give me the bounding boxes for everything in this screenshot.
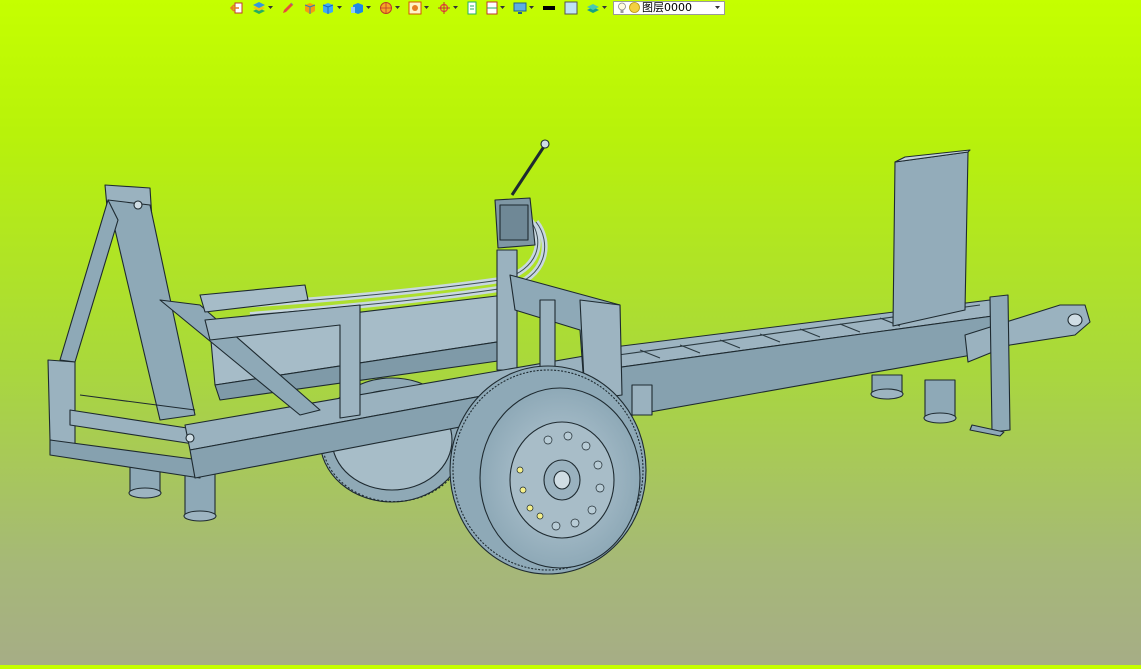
cube-button[interactable] xyxy=(319,0,344,15)
model-viewport[interactable] xyxy=(0,15,1141,665)
main-toolbar: 图层0000 xyxy=(228,0,828,15)
splitting-wedge xyxy=(892,149,971,327)
pencil-icon xyxy=(280,1,296,15)
sphere-button[interactable] xyxy=(377,0,402,15)
exit-icon xyxy=(229,1,245,15)
display-button[interactable] xyxy=(511,0,536,15)
crosshair-icon xyxy=(436,1,452,15)
crosshair-button[interactable] xyxy=(435,0,460,15)
layer-selector-value: 图层0000 xyxy=(642,0,692,14)
chevron-down-icon[interactable] xyxy=(423,0,430,15)
page-split-icon xyxy=(485,1,499,15)
sketch-button[interactable] xyxy=(279,0,297,15)
line-color-icon xyxy=(541,1,557,15)
layers-stack-icon xyxy=(251,1,267,15)
front-wheel xyxy=(449,365,647,575)
chevron-down-icon[interactable] xyxy=(528,0,535,15)
chevron-down-icon[interactable] xyxy=(601,0,608,15)
lightbulb-icon xyxy=(617,2,627,14)
page-icon xyxy=(465,1,479,15)
fill-color-button[interactable] xyxy=(562,0,580,15)
fill-color-icon xyxy=(563,1,579,15)
cube-copy-icon xyxy=(349,1,365,15)
layer-stack-icon xyxy=(585,1,601,15)
shape-frame-button[interactable] xyxy=(406,0,431,15)
layers-stack-button[interactable] xyxy=(250,0,275,15)
page-split-button[interactable] xyxy=(484,0,507,15)
exit-button[interactable] xyxy=(228,0,246,15)
chevron-down-icon[interactable] xyxy=(713,2,722,14)
orange-sphere-icon xyxy=(378,1,394,15)
display-icon xyxy=(512,1,528,15)
cube-copy-button[interactable] xyxy=(348,0,373,15)
chevron-down-icon[interactable] xyxy=(336,0,343,15)
blue-cube-icon xyxy=(320,1,336,15)
solid-box-button[interactable] xyxy=(301,0,319,15)
line-color-button[interactable] xyxy=(540,0,558,15)
chevron-down-icon[interactable] xyxy=(499,0,506,15)
chevron-down-icon[interactable] xyxy=(365,0,372,15)
chevron-down-icon[interactable] xyxy=(452,0,459,15)
page-button[interactable] xyxy=(464,0,480,15)
shape-frame-icon xyxy=(407,1,423,15)
layer-stack-button[interactable] xyxy=(584,0,609,15)
log-splitter-trailer-model xyxy=(47,139,1091,575)
chevron-down-icon[interactable] xyxy=(267,0,274,15)
solid-box-icon xyxy=(302,1,318,15)
chevron-down-icon[interactable] xyxy=(394,0,401,15)
layer-selector[interactable]: 图层0000 xyxy=(613,0,725,15)
layer-dot-icon xyxy=(629,2,640,13)
